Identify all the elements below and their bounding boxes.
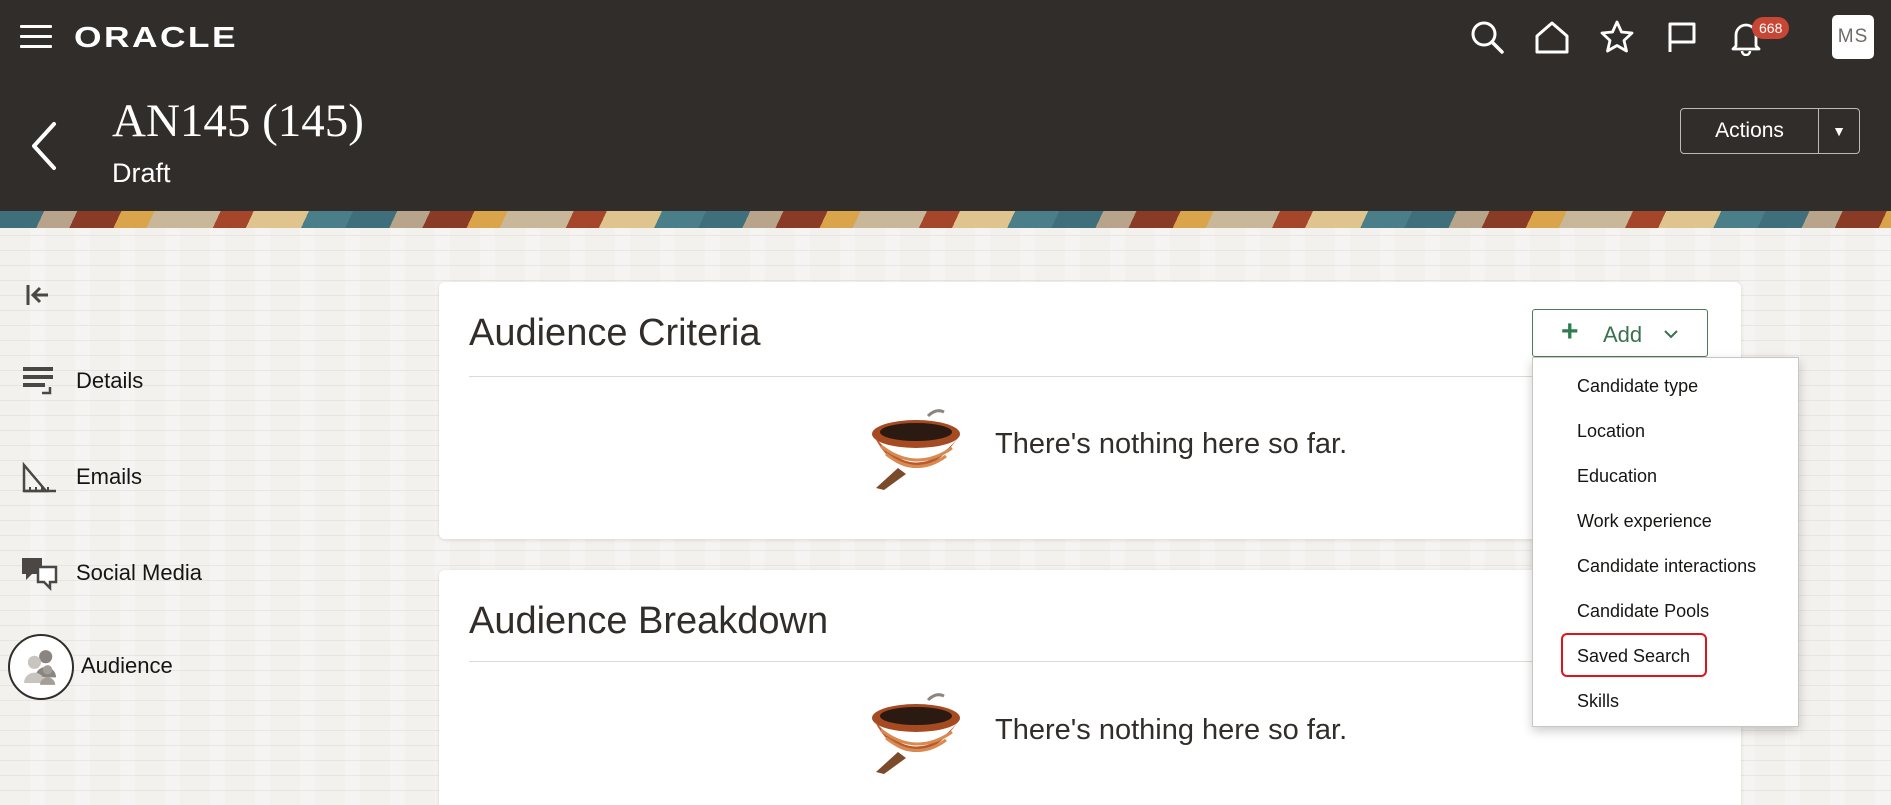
page-header: AN145 (145) Draft Actions ▼ bbox=[0, 76, 1891, 211]
flag-icon[interactable] bbox=[1663, 18, 1701, 56]
empty-nest-icon bbox=[872, 693, 960, 774]
empty-state-message: There's nothing here so far. bbox=[995, 714, 1348, 746]
search-icon[interactable] bbox=[1468, 18, 1506, 56]
page-status: Draft bbox=[112, 158, 171, 188]
notification-count-badge: 668 bbox=[1752, 17, 1790, 39]
chevron-down-icon bbox=[1664, 330, 1678, 339]
empty-nest-icon bbox=[872, 409, 960, 490]
social-media-icon bbox=[22, 558, 58, 591]
sidenav-label-audience: Audience bbox=[81, 653, 173, 678]
sidenav-label-details: Details bbox=[76, 368, 144, 393]
add-criteria-menu: Candidate type Location Education Work e… bbox=[1532, 357, 1799, 727]
favorites-star-icon[interactable] bbox=[1598, 18, 1636, 56]
actions-menu-button[interactable]: Actions ▼ bbox=[1680, 108, 1860, 154]
add-button-label: Add bbox=[1603, 322, 1643, 347]
card-divider bbox=[469, 661, 1711, 662]
sidenav-item-emails[interactable]: Emails bbox=[0, 447, 380, 507]
emails-icon bbox=[22, 461, 56, 493]
audience-criteria-title: Audience Criteria bbox=[469, 312, 761, 354]
actions-dropdown-caret-icon[interactable]: ▼ bbox=[1819, 109, 1859, 153]
sidenav-label-emails: Emails bbox=[76, 464, 143, 489]
add-criteria-button[interactable]: + Add bbox=[1532, 309, 1708, 357]
menu-item-candidate-interactions[interactable]: Candidate interactions bbox=[1577, 556, 1756, 577]
page-title: AN145 (145) bbox=[112, 95, 364, 147]
menu-item-location[interactable]: Location bbox=[1577, 421, 1645, 442]
global-header: ORACLE 668 MS bbox=[0, 0, 1891, 76]
oracle-logo[interactable]: ORACLE bbox=[74, 22, 238, 55]
decorative-banner-stripe bbox=[0, 211, 1891, 228]
menu-item-work-experience[interactable]: Work experience bbox=[1577, 511, 1712, 532]
user-avatar[interactable]: MS bbox=[1832, 15, 1874, 59]
details-icon bbox=[23, 367, 53, 395]
sidenav-label-social-media: Social Media bbox=[76, 560, 202, 585]
audience-icon bbox=[8, 634, 74, 700]
actions-button-label[interactable]: Actions bbox=[1681, 109, 1819, 153]
sidenav-item-social-media[interactable]: Social Media bbox=[0, 543, 380, 603]
menu-item-saved-search[interactable]: Saved Search bbox=[1577, 646, 1690, 667]
hamburger-menu-icon[interactable] bbox=[20, 25, 52, 51]
empty-state-message: There's nothing here so far. bbox=[995, 428, 1348, 460]
menu-item-candidate-pools[interactable]: Candidate Pools bbox=[1577, 601, 1709, 622]
menu-item-skills[interactable]: Skills bbox=[1577, 691, 1619, 712]
home-icon[interactable] bbox=[1533, 18, 1571, 56]
sidenav-item-audience[interactable]: Audience bbox=[0, 634, 380, 700]
card-divider bbox=[469, 376, 1711, 377]
plus-icon: + bbox=[1561, 315, 1579, 348]
menu-item-education[interactable]: Education bbox=[1577, 466, 1657, 487]
audience-breakdown-title: Audience Breakdown bbox=[469, 600, 829, 642]
sidenav-item-details[interactable]: Details bbox=[0, 351, 380, 411]
collapse-panel-icon[interactable] bbox=[24, 281, 52, 309]
back-arrow-icon[interactable] bbox=[24, 118, 64, 174]
menu-item-candidate-type[interactable]: Candidate type bbox=[1577, 376, 1698, 397]
